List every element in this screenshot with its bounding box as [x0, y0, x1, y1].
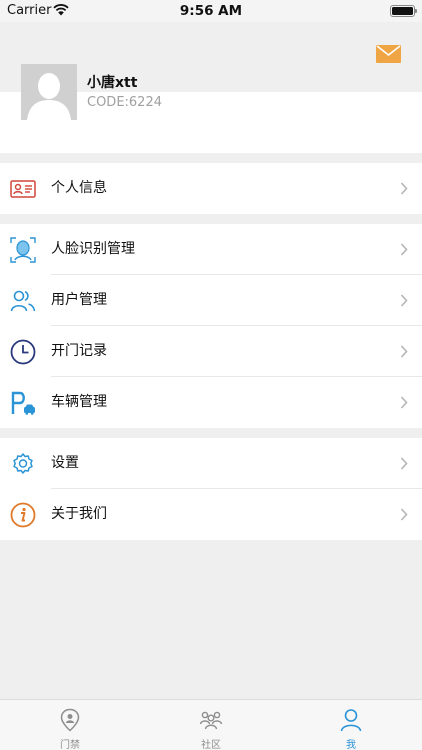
menu-item-label: 开门记录 — [51, 343, 107, 359]
menu-item-label: 关于我们 — [51, 506, 107, 522]
tab-label: 社区 — [201, 740, 221, 750]
chevron-right-icon — [400, 243, 408, 256]
info-icon — [10, 502, 36, 528]
tab-label: 门禁 — [60, 740, 80, 750]
gear-icon — [13, 453, 33, 474]
users-icon — [10, 290, 36, 312]
menu-group-management: 人脸识别管理 用户管理 开门记录 车辆管理 — [0, 224, 422, 428]
user-code: CODE:6224 — [87, 95, 162, 110]
menu-item-label: 用户管理 — [51, 292, 107, 308]
id-card-icon — [10, 180, 36, 198]
menu-group-profile: 个人信息 — [0, 163, 422, 214]
chevron-right-icon — [400, 294, 408, 307]
tab-bar: 门禁 社区 我 — [0, 699, 422, 750]
menu-item-settings[interactable]: 设置 — [0, 438, 422, 489]
tab-access-control[interactable]: 门禁 — [0, 700, 140, 750]
menu-item-face-recognition[interactable]: 人脸识别管理 — [0, 224, 422, 275]
tab-me[interactable]: 我 — [281, 700, 421, 750]
mail-icon[interactable] — [376, 45, 401, 63]
tab-community[interactable]: 社区 — [141, 700, 281, 750]
user-name: 小唐xtt — [87, 75, 138, 91]
face-recognition-icon — [10, 237, 36, 263]
menu-item-label: 个人信息 — [51, 180, 107, 196]
menu-item-door-records[interactable]: 开门记录 — [0, 326, 422, 377]
access-control-icon — [60, 708, 80, 732]
avatar[interactable] — [21, 64, 77, 120]
tab-label: 我 — [346, 740, 356, 750]
battery-icon — [390, 5, 417, 17]
chevron-right-icon — [400, 345, 408, 358]
default-avatar-icon — [21, 64, 77, 120]
menu-item-label: 设置 — [51, 455, 79, 471]
menu-item-label: 车辆管理 — [51, 394, 107, 410]
chevron-right-icon — [400, 457, 408, 470]
menu-item-personal-info[interactable]: 个人信息 — [0, 163, 422, 214]
menu-group-settings: 设置 关于我们 — [0, 438, 422, 540]
parking-icon — [11, 391, 35, 415]
community-icon — [199, 711, 223, 730]
chevron-right-icon — [400, 396, 408, 409]
chevron-right-icon — [400, 508, 408, 521]
person-icon — [340, 709, 362, 732]
menu-item-about-us[interactable]: 关于我们 — [0, 489, 422, 540]
menu-item-vehicle-management[interactable]: 车辆管理 — [0, 377, 422, 428]
status-bar: Carrier 9:56 AM — [0, 0, 422, 22]
clock-icon — [10, 339, 36, 365]
clock-time: 9:56 AM — [179, 3, 243, 19]
menu-item-label: 人脸识别管理 — [51, 241, 135, 257]
chevron-right-icon — [400, 182, 408, 195]
menu-item-user-management[interactable]: 用户管理 — [0, 275, 422, 326]
